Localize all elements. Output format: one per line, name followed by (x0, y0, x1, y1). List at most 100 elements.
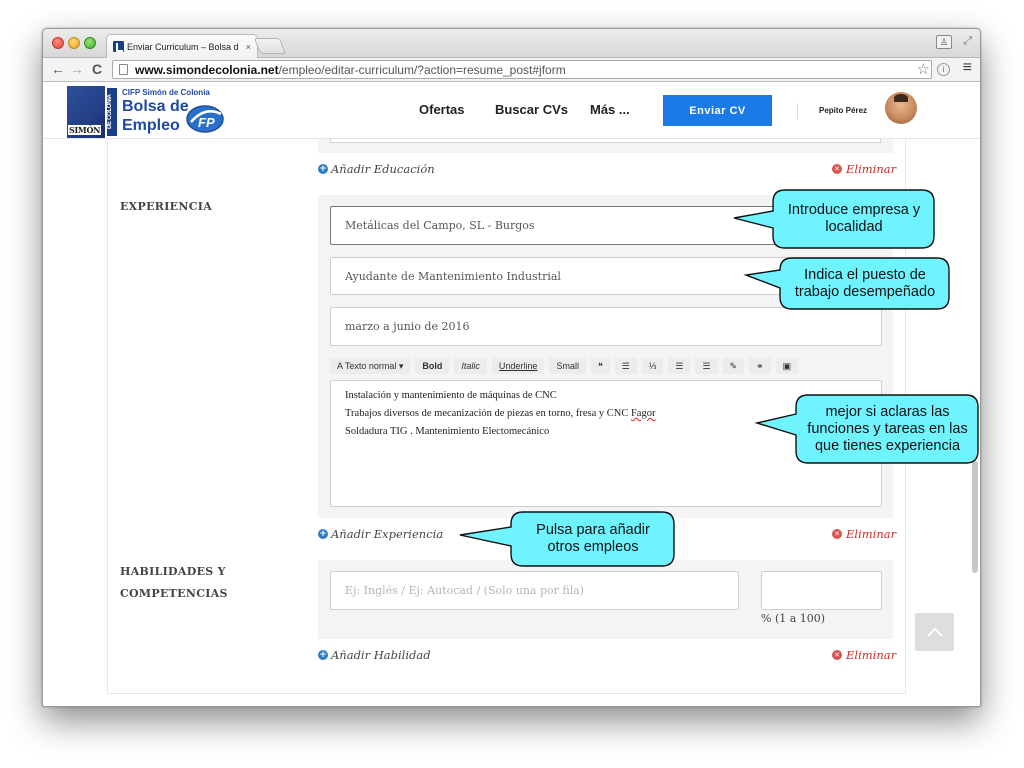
education-block-bottom (318, 139, 893, 153)
fullscreen-icon[interactable]: ⤢ (963, 35, 972, 48)
window-minimize-button[interactable] (68, 37, 80, 49)
plus-circle-icon: + (318, 650, 328, 660)
editor-toolbar: A Texto normal ▾ Bold Italic Underline S… (330, 358, 799, 374)
quote-icon[interactable]: ❝ (590, 358, 610, 374)
description-line: Instalación y mantenimiento de máquinas … (345, 390, 557, 401)
logo-vertical-text: DE COLONIA (107, 88, 117, 136)
tab-strip: Enviar Curriculum – Bolsa d × ♙ ⤢ (43, 29, 980, 58)
add-skill-link[interactable]: + Añadir Habilidad (318, 648, 431, 662)
nav-ofertas[interactable]: Ofertas (419, 102, 465, 117)
callout-tasks-line: que tienes experiencia (814, 437, 961, 454)
browser-toolbar: ← → C www.simondecolonia.net/empleo/edit… (43, 58, 980, 82)
skills-label-line2: COMPETENCIAS (120, 587, 228, 600)
indent-icon[interactable]: ☰ (695, 358, 718, 374)
scrollbar-thumb[interactable] (972, 461, 978, 573)
nav-mas[interactable]: Más ... (590, 102, 630, 117)
nav-buscar-cvs[interactable]: Buscar CVs (495, 102, 568, 117)
callout-tasks-line: funciones y tareas en las (807, 420, 968, 437)
numbered-list-icon[interactable]: ⅓ (641, 358, 664, 374)
experience-section-label: EXPERIENCIA (120, 200, 213, 213)
callout-job: Indica el puesto de trabajo desempeñado (782, 260, 948, 307)
skills-label-line1: HABILIDADES Y (120, 565, 226, 578)
callout-job-line: Indica el puesto de (804, 266, 926, 283)
favicon-icon (113, 41, 124, 52)
dates-field[interactable]: marzo a junio de 2016 (330, 307, 882, 346)
pen-icon[interactable]: ✎ (722, 358, 745, 374)
tab-title: Enviar Curriculum – Bolsa d (127, 41, 239, 52)
browser-tab[interactable]: Enviar Curriculum – Bolsa d × (106, 34, 258, 58)
delete-label: Eliminar (846, 648, 897, 662)
new-tab-button[interactable] (253, 38, 287, 54)
delete-experience-link[interactable]: ✕ Eliminar (832, 527, 896, 541)
logo-title-line1: Bolsa de (122, 98, 189, 115)
education-field-bottom[interactable] (330, 139, 881, 143)
image-icon[interactable]: ▣ (775, 358, 799, 374)
callout-add-jobs: Pulsa para añadir otros empleos (513, 514, 673, 564)
percent-hint: % (1 a 100) (761, 612, 826, 625)
callout-company-line: localidad (825, 219, 883, 235)
logo-emblem: SIMÓN (67, 86, 105, 138)
description-line: Trabajos diversos de mecanización de pie… (345, 405, 867, 423)
text-style-dropdown[interactable]: A Texto normal ▾ (330, 358, 411, 374)
callout-company-line: Introduce empresa y (787, 202, 921, 218)
window-maximize-button[interactable] (84, 37, 96, 49)
svg-text:FP: FP (198, 115, 215, 130)
site-logo[interactable]: SIMÓN DE COLONIA CIFP Simón de Colonia B… (67, 86, 227, 138)
add-experience-link[interactable]: + Añadir Experiencia (318, 527, 443, 541)
browser-window: Enviar Curriculum – Bolsa d × ♙ ⤢ ← → C … (42, 28, 981, 707)
link-icon[interactable]: ⚭ (749, 358, 771, 374)
misspelled-word[interactable]: Fagor (631, 408, 656, 419)
fp-logo-icon: FP (186, 105, 224, 133)
callout-add-jobs-line: otros empleos (547, 539, 639, 555)
callout-job-line: trabajo desempeñado (794, 283, 936, 300)
reload-button[interactable]: C (92, 61, 102, 77)
divider (797, 103, 798, 119)
bookmark-star-icon[interactable]: ☆ (917, 60, 930, 78)
logo-emblem-text: SIMÓN (68, 125, 102, 135)
chevron-up-icon (926, 627, 943, 637)
profile-icon[interactable]: ♙ (936, 35, 952, 49)
user-name[interactable]: Pepito Pérez (819, 106, 867, 115)
back-button[interactable]: ← (51, 61, 65, 77)
delete-label: Eliminar (846, 527, 897, 541)
plus-circle-icon: + (318, 529, 328, 539)
remove-circle-icon: ✕ (832, 529, 842, 539)
logo-title-line2: Empleo (122, 117, 180, 134)
add-experience-label: Añadir Experiencia (331, 527, 444, 541)
italic-button[interactable]: Italic (454, 358, 487, 374)
back-to-top-button[interactable] (915, 613, 954, 651)
bulleted-list-icon[interactable]: ☰ (614, 358, 637, 374)
small-button[interactable]: Small (549, 358, 586, 374)
bold-button[interactable]: Bold (415, 358, 450, 374)
extension-icon[interactable]: i (937, 63, 950, 76)
add-skill-label: Añadir Habilidad (331, 648, 431, 662)
description-line: Soldadura TIG . Mantenimiento Electomecá… (345, 426, 550, 437)
underline-button[interactable]: Underline (491, 358, 545, 374)
remove-circle-icon: ✕ (832, 164, 842, 174)
callout-company: Introduce empresa y localidad (775, 192, 933, 246)
url-host: www.simondecolonia.net (135, 62, 279, 77)
remove-circle-icon: ✕ (832, 650, 842, 660)
enviar-cv-button[interactable]: Enviar CV (663, 95, 772, 126)
window-close-button[interactable] (52, 37, 64, 49)
delete-education-link[interactable]: ✕ Eliminar (832, 162, 896, 176)
callout-add-jobs-line: Pulsa para añadir (536, 522, 650, 538)
skill-field[interactable]: Ej: Inglés / Ej: Autocad / (Solo una por… (330, 571, 739, 610)
browser-menu-icon[interactable]: ≡ (963, 59, 972, 77)
avatar[interactable] (885, 92, 917, 124)
tab-close-icon[interactable]: × (246, 42, 251, 52)
callout-tasks-line: mejor si aclaras las (825, 403, 950, 420)
forward-button[interactable]: → (70, 61, 84, 77)
page-icon (119, 64, 128, 75)
callout-tasks: mejor si aclaras las funciones y tareas … (798, 397, 977, 461)
outdent-icon[interactable]: ☰ (668, 358, 691, 374)
delete-label: Eliminar (846, 162, 897, 176)
add-education-link[interactable]: + Añadir Educación (318, 162, 435, 176)
address-bar[interactable]: www.simondecolonia.net/empleo/editar-cur… (112, 60, 932, 79)
logo-org-name: CIFP Simón de Colonia (122, 88, 210, 97)
plus-circle-icon: + (318, 164, 328, 174)
skill-percent-field[interactable] (761, 571, 882, 610)
add-education-label: Añadir Educación (331, 162, 435, 176)
delete-skill-link[interactable]: ✕ Eliminar (832, 648, 896, 662)
description-text: Trabajos diversos de mecanización de pie… (345, 408, 631, 419)
